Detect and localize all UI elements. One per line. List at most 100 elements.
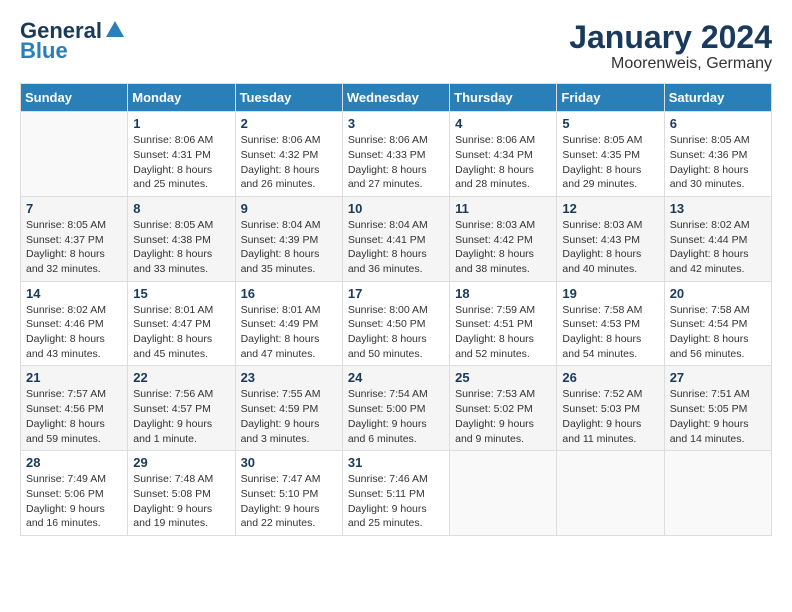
day-number: 15: [133, 286, 229, 301]
calendar-cell: 2 Sunrise: 8:06 AM Sunset: 4:32 PM Daylig…: [235, 112, 342, 197]
day-info: Sunrise: 8:01 AM Sunset: 4:49 PM Dayligh…: [241, 303, 337, 362]
day-info: Sunrise: 8:03 AM Sunset: 4:43 PM Dayligh…: [562, 218, 658, 277]
calendar-cell: 14 Sunrise: 8:02 AM Sunset: 4:46 PM Dayli…: [21, 281, 128, 366]
calendar-cell: 21Sunrise: 7:57 AM Sunset: 4:56 PM Dayli…: [21, 366, 128, 451]
day-number: 1: [133, 116, 229, 131]
day-info: Sunrise: 8:04 AM Sunset: 4:41 PM Dayligh…: [348, 218, 444, 277]
day-number: 24: [348, 370, 444, 385]
day-number: 26: [562, 370, 658, 385]
calendar-header-row: SundayMondayTuesdayWednesdayThursdayFrid…: [21, 84, 772, 112]
calendar-cell: 15 Sunrise: 8:01 AM Sunset: 4:47 PM Dayli…: [128, 281, 235, 366]
calendar-cell: 26Sunrise: 7:52 AM Sunset: 5:03 PM Dayli…: [557, 366, 664, 451]
calendar-cell: 10Sunrise: 8:04 AM Sunset: 4:41 PM Dayli…: [342, 196, 449, 281]
calendar-table: SundayMondayTuesdayWednesdayThursdayFrid…: [20, 83, 772, 536]
calendar-cell: 29Sunrise: 7:48 AM Sunset: 5:08 PM Dayli…: [128, 451, 235, 536]
calendar-cell: 18 Sunrise: 7:59 AM Sunset: 4:51 PM Dayli…: [450, 281, 557, 366]
week-row-4: 21Sunrise: 7:57 AM Sunset: 4:56 PM Dayli…: [21, 366, 772, 451]
day-number: 9: [241, 201, 337, 216]
week-row-1: 1 Sunrise: 8:06 AM Sunset: 4:31 PM Daylig…: [21, 112, 772, 197]
day-number: 18: [455, 286, 551, 301]
day-number: 30: [241, 455, 337, 470]
day-number: 3: [348, 116, 444, 131]
day-info: Sunrise: 8:02 AM Sunset: 4:44 PM Dayligh…: [670, 218, 766, 277]
calendar-cell: 25Sunrise: 7:53 AM Sunset: 5:02 PM Dayli…: [450, 366, 557, 451]
logo: General Blue: [20, 20, 124, 64]
day-info: Sunrise: 7:49 AM Sunset: 5:06 PM Dayligh…: [26, 472, 122, 531]
day-number: 22: [133, 370, 229, 385]
header-wednesday: Wednesday: [342, 84, 449, 112]
calendar-cell: 5 Sunrise: 8:05 AM Sunset: 4:35 PM Daylig…: [557, 112, 664, 197]
logo-triangle-icon: [106, 21, 124, 42]
day-number: 19: [562, 286, 658, 301]
day-info: Sunrise: 8:06 AM Sunset: 4:32 PM Dayligh…: [241, 133, 337, 192]
page-header: General Blue January 2024 Moorenweis, Ge…: [20, 20, 772, 73]
day-info: Sunrise: 7:53 AM Sunset: 5:02 PM Dayligh…: [455, 387, 551, 446]
day-number: 27: [670, 370, 766, 385]
day-info: Sunrise: 7:47 AM Sunset: 5:10 PM Dayligh…: [241, 472, 337, 531]
day-info: Sunrise: 8:01 AM Sunset: 4:47 PM Dayligh…: [133, 303, 229, 362]
week-row-3: 14 Sunrise: 8:02 AM Sunset: 4:46 PM Dayli…: [21, 281, 772, 366]
day-number: 31: [348, 455, 444, 470]
day-info: Sunrise: 7:57 AM Sunset: 4:56 PM Dayligh…: [26, 387, 122, 446]
calendar-cell: 6 Sunrise: 8:05 AM Sunset: 4:36 PM Daylig…: [664, 112, 771, 197]
day-number: 4: [455, 116, 551, 131]
calendar-cell: 7Sunrise: 8:05 AM Sunset: 4:37 PM Daylig…: [21, 196, 128, 281]
calendar-cell: 23Sunrise: 7:55 AM Sunset: 4:59 PM Dayli…: [235, 366, 342, 451]
day-info: Sunrise: 8:06 AM Sunset: 4:34 PM Dayligh…: [455, 133, 551, 192]
day-info: Sunrise: 7:54 AM Sunset: 5:00 PM Dayligh…: [348, 387, 444, 446]
calendar-cell: 27 Sunrise: 7:51 AM Sunset: 5:05 PM Dayli…: [664, 366, 771, 451]
calendar-cell: 9 Sunrise: 8:04 AM Sunset: 4:39 PM Daylig…: [235, 196, 342, 281]
day-info: Sunrise: 8:06 AM Sunset: 4:33 PM Dayligh…: [348, 133, 444, 192]
day-info: Sunrise: 8:04 AM Sunset: 4:39 PM Dayligh…: [241, 218, 337, 277]
page-subtitle: Moorenweis, Germany: [569, 55, 772, 73]
day-number: 20: [670, 286, 766, 301]
calendar-cell: 12 Sunrise: 8:03 AM Sunset: 4:43 PM Dayli…: [557, 196, 664, 281]
calendar-cell: 22Sunrise: 7:56 AM Sunset: 4:57 PM Dayli…: [128, 366, 235, 451]
day-number: 12: [562, 201, 658, 216]
day-info: Sunrise: 8:02 AM Sunset: 4:46 PM Dayligh…: [26, 303, 122, 362]
day-number: 16: [241, 286, 337, 301]
header-thursday: Thursday: [450, 84, 557, 112]
calendar-cell: 24 Sunrise: 7:54 AM Sunset: 5:00 PM Dayli…: [342, 366, 449, 451]
day-number: 28: [26, 455, 122, 470]
calendar-cell: 17Sunrise: 8:00 AM Sunset: 4:50 PM Dayli…: [342, 281, 449, 366]
calendar-cell: 20 Sunrise: 7:58 AM Sunset: 4:54 PM Dayli…: [664, 281, 771, 366]
day-number: 14: [26, 286, 122, 301]
day-number: 13: [670, 201, 766, 216]
title-block: January 2024 Moorenweis, Germany: [569, 20, 772, 73]
header-saturday: Saturday: [664, 84, 771, 112]
day-number: 5: [562, 116, 658, 131]
calendar-cell: 19Sunrise: 7:58 AM Sunset: 4:53 PM Dayli…: [557, 281, 664, 366]
header-tuesday: Tuesday: [235, 84, 342, 112]
day-info: Sunrise: 8:05 AM Sunset: 4:36 PM Dayligh…: [670, 133, 766, 192]
day-info: Sunrise: 7:58 AM Sunset: 4:54 PM Dayligh…: [670, 303, 766, 362]
day-number: 6: [670, 116, 766, 131]
calendar-cell: 13 Sunrise: 8:02 AM Sunset: 4:44 PM Dayli…: [664, 196, 771, 281]
calendar-cell: 31 Sunrise: 7:46 AM Sunset: 5:11 PM Dayli…: [342, 451, 449, 536]
calendar-cell: 11 Sunrise: 8:03 AM Sunset: 4:42 PM Dayli…: [450, 196, 557, 281]
day-info: Sunrise: 7:46 AM Sunset: 5:11 PM Dayligh…: [348, 472, 444, 531]
calendar-cell: 16 Sunrise: 8:01 AM Sunset: 4:49 PM Dayli…: [235, 281, 342, 366]
day-number: 17: [348, 286, 444, 301]
calendar-cell: 30 Sunrise: 7:47 AM Sunset: 5:10 PM Dayli…: [235, 451, 342, 536]
calendar-cell: [664, 451, 771, 536]
day-info: Sunrise: 7:51 AM Sunset: 5:05 PM Dayligh…: [670, 387, 766, 446]
day-number: 2: [241, 116, 337, 131]
logo-text-blue: Blue: [20, 38, 68, 64]
week-row-5: 28 Sunrise: 7:49 AM Sunset: 5:06 PM Dayli…: [21, 451, 772, 536]
day-number: 11: [455, 201, 551, 216]
calendar-cell: 1 Sunrise: 8:06 AM Sunset: 4:31 PM Daylig…: [128, 112, 235, 197]
day-info: Sunrise: 8:05 AM Sunset: 4:35 PM Dayligh…: [562, 133, 658, 192]
day-info: Sunrise: 7:55 AM Sunset: 4:59 PM Dayligh…: [241, 387, 337, 446]
calendar-cell: 3 Sunrise: 8:06 AM Sunset: 4:33 PM Daylig…: [342, 112, 449, 197]
day-info: Sunrise: 8:06 AM Sunset: 4:31 PM Dayligh…: [133, 133, 229, 192]
week-row-2: 7Sunrise: 8:05 AM Sunset: 4:37 PM Daylig…: [21, 196, 772, 281]
calendar-cell: [21, 112, 128, 197]
calendar-cell: [557, 451, 664, 536]
day-info: Sunrise: 7:59 AM Sunset: 4:51 PM Dayligh…: [455, 303, 551, 362]
header-sunday: Sunday: [21, 84, 128, 112]
day-number: 7: [26, 201, 122, 216]
header-friday: Friday: [557, 84, 664, 112]
day-info: Sunrise: 8:03 AM Sunset: 4:42 PM Dayligh…: [455, 218, 551, 277]
day-number: 29: [133, 455, 229, 470]
